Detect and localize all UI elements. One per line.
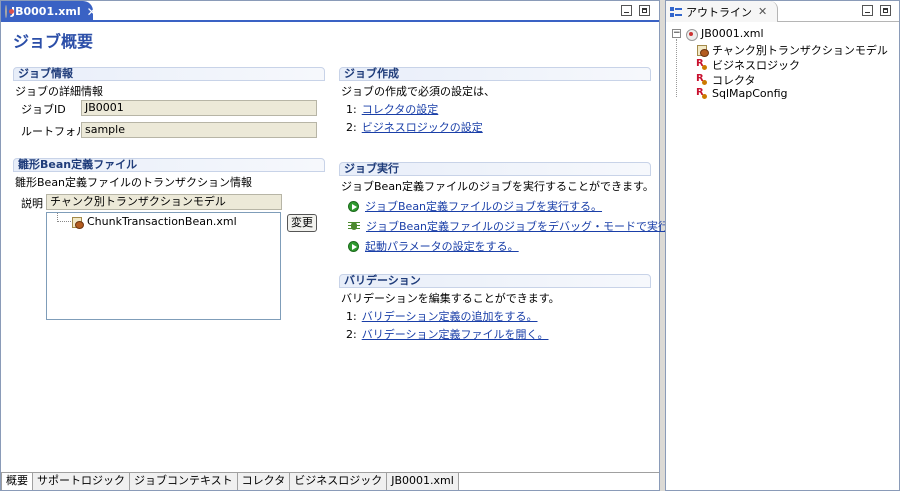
tab-support-logic[interactable]: サポートロジック <box>33 473 130 490</box>
outline-item-sqlmapconfig[interactable]: SqlMapConfig <box>696 87 788 101</box>
item-number: 1: <box>346 309 357 323</box>
tab-collector[interactable]: コレクタ <box>237 473 291 490</box>
tree-item-chunk-transaction-bean[interactable]: ChunkTransactionBean.xml <box>71 215 237 229</box>
tab-overview[interactable]: 概要 <box>1 473 33 490</box>
bean-reference-icon <box>696 73 708 86</box>
outline-tab[interactable]: アウトライン ✕ <box>666 1 778 22</box>
tab-job-context[interactable]: ジョブコンテキスト <box>130 473 238 490</box>
list-item: 1: バリデーション定義の追加をする。 <box>346 308 538 324</box>
maximize-icon[interactable] <box>880 5 891 16</box>
bean-file-icon <box>71 216 84 229</box>
job-run-section: ジョブ実行 ジョブBean定義ファイルのジョブを実行することができます。 <box>339 162 654 194</box>
bean-reference-icon <box>696 58 708 71</box>
change-button[interactable]: 変更 <box>287 214 317 232</box>
tree-item-label: ChunkTransactionBean.xml <box>87 215 237 228</box>
close-icon[interactable]: ✕ <box>758 5 767 18</box>
item-number: 2: <box>346 120 357 134</box>
item-number: 2: <box>346 327 357 341</box>
tab-business-logic[interactable]: ビジネスロジック <box>290 473 388 490</box>
job-create-section: ジョブ作成 ジョブの作成で必須の設定は、 <box>339 67 651 99</box>
bean-file-tree[interactable]: ChunkTransactionBean.xml <box>46 212 281 320</box>
minimize-icon[interactable] <box>862 5 873 16</box>
maximize-icon[interactable] <box>639 5 650 16</box>
job-info-header: ジョブ情報 <box>13 67 325 81</box>
editor-view: JB0001.xml ✕ ジョブ概要 ジョブ情報 ジョブの詳細情報 ジョブID … <box>0 0 702 491</box>
validation-desc: バリデーションを編集することができます。 <box>341 292 560 305</box>
outline-view: アウトライン ✕ − JB0001.xml チャンク別トランザクションモデル ビ… <box>665 0 900 491</box>
validation-header: バリデーション <box>339 274 651 288</box>
close-icon[interactable]: ✕ <box>87 5 97 19</box>
debug-job-row: ジョブBean定義ファイルのジョブをデバッグ・モードで実行する。 <box>348 218 702 234</box>
collapse-icon[interactable]: − <box>672 29 681 38</box>
editor-page-tabs: 概要 サポートロジック ジョブコンテキスト コレクタ ビジネスロジック JB00… <box>1 472 659 490</box>
outline-root[interactable]: − JB0001.xml <box>672 27 764 41</box>
outline-item-business-logic[interactable]: ビジネスロジック <box>696 57 800 73</box>
xml-file-icon <box>685 28 698 41</box>
outline-item-label: チャンク別トランザクションモデル <box>712 44 888 57</box>
tree-connector <box>57 221 71 222</box>
editor-tab-bar: JB0001.xml ✕ <box>1 1 659 22</box>
job-create-header: ジョブ作成 <box>339 67 651 81</box>
item-number: 1: <box>346 102 357 116</box>
editor-tab-label: JB0001.xml <box>11 5 81 18</box>
tree-connector <box>676 39 677 97</box>
job-id-row: ジョブID <box>21 101 66 117</box>
description-label: 説明 <box>21 197 43 210</box>
bean-file-header: 雛形Bean定義ファイル <box>13 158 325 172</box>
open-validation-file-link[interactable]: バリデーション定義ファイルを開く。 <box>362 326 549 342</box>
bean-reference-icon <box>696 87 708 100</box>
outline-item-collector[interactable]: コレクタ <box>696 72 756 88</box>
launch-params-row: 起動パラメータの設定をする。 <box>348 238 519 254</box>
outline-tab-label: アウトライン <box>686 5 752 19</box>
list-item: 2: バリデーション定義ファイルを開く。 <box>346 326 549 342</box>
description-row: 説明 <box>21 195 43 211</box>
bean-file-section: 雛形Bean定義ファイル 雛形Bean定義ファイルのトランザクション情報 <box>13 158 325 190</box>
run-job-link[interactable]: ジョブBean定義ファイルのジョブを実行する。 <box>365 198 602 214</box>
add-validation-link[interactable]: バリデーション定義の追加をする。 <box>362 308 538 324</box>
job-id-label: ジョブID <box>21 103 66 116</box>
job-id-field: JB0001 <box>81 100 317 116</box>
run-icon <box>348 200 359 212</box>
bean-file-desc: 雛形Bean定義ファイルのトランザクション情報 <box>15 176 253 189</box>
list-item: 1: コレクタの設定 <box>346 101 438 117</box>
collector-settings-link[interactable]: コレクタの設定 <box>362 101 439 117</box>
page-title: ジョブ概要 <box>13 32 94 51</box>
launch-params-link[interactable]: 起動パラメータの設定をする。 <box>365 238 519 254</box>
outline-item-chunk-model[interactable]: チャンク別トランザクションモデル <box>696 42 888 58</box>
run-job-row: ジョブBean定義ファイルのジョブを実行する。 <box>348 198 602 214</box>
validation-section: バリデーション バリデーションを編集することができます。 <box>339 274 651 306</box>
editor-tab-jb0001[interactable]: JB0001.xml ✕ <box>1 1 97 22</box>
run-icon <box>348 240 359 252</box>
outline-item-label: ビジネスロジック <box>712 59 800 72</box>
outline-item-label: SqlMapConfig <box>712 87 788 100</box>
bean-file-icon <box>696 44 709 57</box>
outline-root-label: JB0001.xml <box>701 27 764 40</box>
job-info-desc: ジョブの詳細情報 <box>15 85 103 98</box>
xml-file-icon <box>5 5 14 18</box>
tab-source-xml[interactable]: JB0001.xml <box>387 473 459 490</box>
job-info-section: ジョブ情報 ジョブの詳細情報 <box>13 67 325 99</box>
description-field: チャンク別トランザクションモデル <box>46 194 282 210</box>
root-folder-field: sample <box>81 122 317 138</box>
business-logic-settings-link[interactable]: ビジネスロジックの設定 <box>362 119 483 135</box>
outline-tab-bar: アウトライン ✕ <box>666 1 899 22</box>
list-item: 2: ビジネスロジックの設定 <box>346 119 483 135</box>
minimize-icon[interactable] <box>621 5 632 16</box>
debug-job-link[interactable]: ジョブBean定義ファイルのジョブをデバッグ・モードで実行する。 <box>366 218 702 234</box>
job-run-header: ジョブ実行 <box>339 162 651 176</box>
outline-icon <box>670 6 682 18</box>
job-run-desc: ジョブBean定義ファイルのジョブを実行することができます。 <box>341 180 654 193</box>
debug-icon <box>348 220 360 232</box>
job-create-desc: ジョブの作成で必須の設定は、 <box>341 85 495 98</box>
outline-item-label: コレクタ <box>712 74 756 87</box>
